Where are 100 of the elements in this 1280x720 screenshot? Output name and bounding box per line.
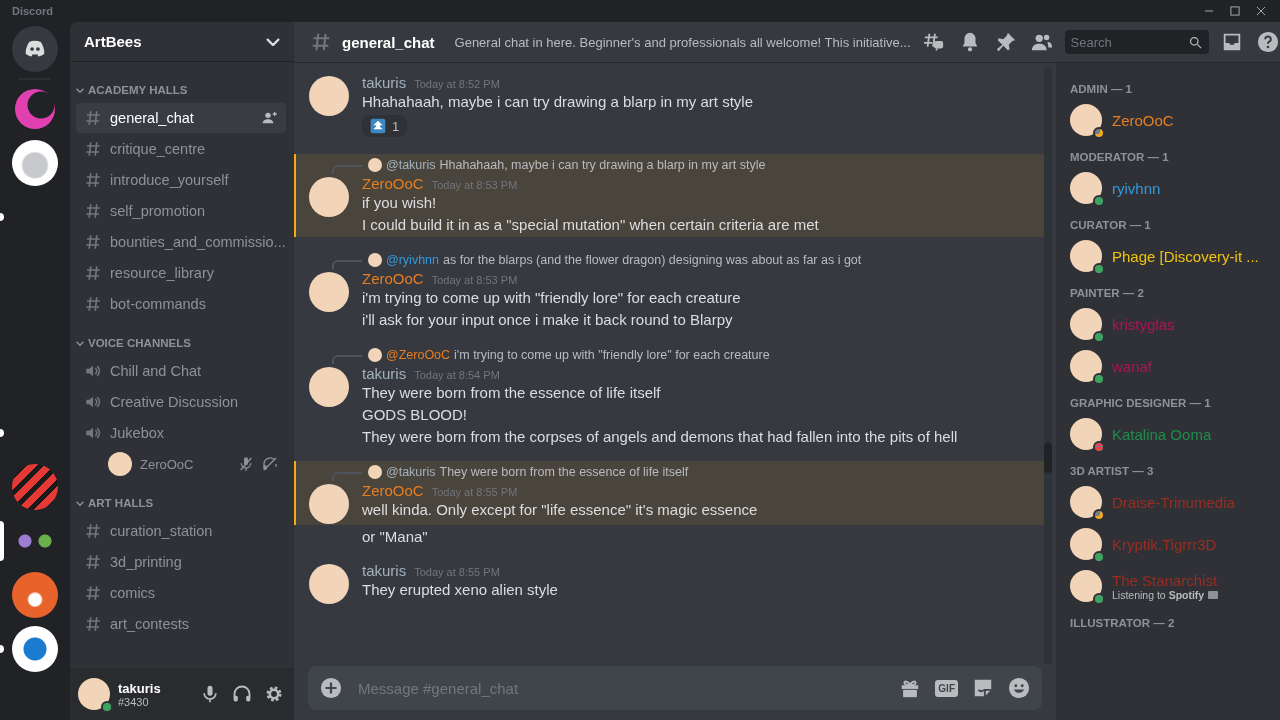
channel-item[interactable]: bounties_and_commissio...	[76, 227, 286, 257]
role-header: ADMIN — 1	[1070, 83, 1133, 95]
microphone-icon[interactable]	[200, 684, 220, 704]
scrollbar[interactable]	[1044, 443, 1052, 473]
close-icon[interactable]	[1254, 4, 1268, 18]
category-header[interactable]: ACADEMY HALLS	[76, 78, 286, 102]
channel-item[interactable]: resource_library	[76, 258, 286, 288]
member-name: Kryptik.Tigrrr3D	[1112, 535, 1217, 553]
reply-connector	[332, 165, 362, 174]
message-text: i'll ask for your input once i make it back round to Blarpy	[362, 310, 734, 330]
avatar	[309, 367, 349, 407]
member-item[interactable]: Katalina Ooma	[1070, 413, 1272, 455]
channel-name: Jukebox	[110, 425, 165, 441]
channel-item[interactable]: self_promotion	[76, 196, 286, 226]
invite-icon[interactable]	[262, 110, 278, 126]
pin-icon[interactable]	[994, 31, 1017, 53]
avatar	[368, 158, 382, 172]
channel-name: general_chat	[110, 110, 195, 126]
hash-icon	[84, 522, 102, 540]
avatar	[309, 177, 349, 217]
server-icon[interactable]	[12, 572, 58, 618]
role-header: MODERATOR — 1	[1070, 151, 1170, 163]
member-name: ZeroOoC	[1112, 111, 1174, 129]
channel-name: bot-commands	[110, 296, 207, 312]
author-name[interactable]: ZeroOoC	[362, 175, 424, 192]
channel-name: resource_library	[110, 265, 215, 281]
home-button[interactable]	[12, 26, 58, 72]
search-icon	[1187, 35, 1203, 50]
author-name[interactable]: takuris	[362, 562, 407, 579]
reply-author[interactable]: @takuris	[386, 158, 436, 172]
server-icon[interactable]	[12, 140, 58, 186]
message-text: They were born from the essence of life itself	[362, 383, 662, 403]
channel-item[interactable]: bot-commands	[76, 289, 286, 319]
headphones-icon[interactable]	[232, 684, 252, 704]
gif-button[interactable]: GIF	[935, 679, 958, 697]
reply-preview[interactable]: Hhahahaah, maybe i can try drawing a blarp in my art style	[439, 158, 766, 172]
avatar	[1070, 350, 1102, 382]
message-text: i'm trying to come up with "friendly lore" for each creature	[362, 288, 742, 308]
role-header: PAINTER — 2	[1070, 287, 1145, 299]
reply-author[interactable]: @ryivhnn	[386, 253, 439, 267]
hash-icon	[310, 31, 332, 53]
channel-name: curation_station	[110, 523, 214, 539]
member-item[interactable]: ZeroOoC	[1070, 99, 1272, 141]
channel-item[interactable]: art_contests	[76, 609, 286, 639]
hash-icon	[84, 584, 102, 602]
avatar	[309, 484, 349, 524]
category-header[interactable]: ART HALLS	[76, 491, 286, 515]
avatar	[1070, 172, 1102, 204]
channel-item[interactable]: introduce_yourself	[76, 165, 286, 195]
author-name[interactable]: takuris	[362, 74, 407, 91]
channel-item[interactable]: general_chat	[76, 103, 286, 133]
reply-preview[interactable]: i'm trying to come up with "friendly lore" for each creature	[454, 348, 770, 362]
avatar	[309, 76, 349, 116]
channel-item[interactable]: comics	[76, 578, 286, 608]
emoji-icon[interactable]	[1008, 677, 1030, 699]
help-icon[interactable]	[1256, 31, 1279, 53]
channel-item[interactable]: curation_station	[76, 516, 286, 546]
reply-preview[interactable]: They were born from the essence of life itself	[439, 465, 689, 479]
search-field[interactable]: Search	[1064, 30, 1209, 54]
channel-item[interactable]: critique_centre	[76, 134, 286, 164]
avatar	[1070, 104, 1102, 136]
timestamp: Today at 8:53 PM	[431, 179, 518, 191]
maximize-icon[interactable]	[1228, 4, 1242, 18]
hash-icon	[84, 109, 102, 127]
timestamp: Today at 8:53 PM	[431, 274, 518, 286]
channel-item[interactable]: Creative Discussion	[76, 387, 286, 417]
channel-name: critique_centre	[110, 141, 207, 157]
channel-name: self_promotion	[110, 203, 207, 219]
channel-item[interactable]: 3d_printing	[76, 547, 286, 577]
reaction-button[interactable]: 1	[362, 115, 408, 137]
server-icon[interactable]	[12, 626, 58, 672]
member-item[interactable]: ryivhnn	[1070, 167, 1272, 209]
member-name: The Stanarchist	[1112, 571, 1219, 589]
member-item[interactable]: Phage [Discovery-it ...	[1070, 235, 1272, 277]
activity-text: Listening to Spotify	[1112, 588, 1205, 601]
reply-author[interactable]: @ZeroOoC	[386, 348, 451, 362]
channel-item[interactable]: Chill and Chat	[76, 356, 286, 386]
channel-item[interactable]: Jukebox	[76, 418, 286, 448]
plus-icon[interactable]	[320, 677, 342, 699]
channel-name: art_contests	[110, 616, 190, 632]
avatar	[1070, 528, 1102, 560]
avatar	[1070, 240, 1102, 272]
reply-preview[interactable]: as for the blarps (and the flower dragon) designing was about as far as i got	[443, 253, 862, 267]
hash-icon	[84, 615, 102, 633]
author-name[interactable]: takuris	[362, 365, 407, 382]
member-name: ryivhnn	[1112, 179, 1161, 197]
threads-icon[interactable]	[922, 31, 945, 53]
author-name[interactable]: ZeroOoC	[362, 482, 424, 499]
author-name[interactable]: ZeroOoC	[362, 270, 424, 287]
message-text: if you wish!	[362, 193, 438, 213]
sticker-icon[interactable]	[972, 677, 994, 699]
settings-icon[interactable]	[264, 684, 284, 704]
voice-user-name[interactable]: ZeroOoC	[140, 456, 230, 472]
reply-author[interactable]: @takuris	[386, 465, 436, 479]
avatar	[309, 564, 349, 604]
message-text: or "Mana"	[362, 527, 429, 547]
role-header: 3D ARTIST — 3	[1070, 465, 1155, 477]
member-name: Phage [Discovery-it ...	[1112, 247, 1259, 265]
member-item[interactable]: The Stanarchist Listening to Spotify	[1070, 565, 1272, 607]
category-header[interactable]: VOICE CHANNELS	[76, 331, 286, 355]
